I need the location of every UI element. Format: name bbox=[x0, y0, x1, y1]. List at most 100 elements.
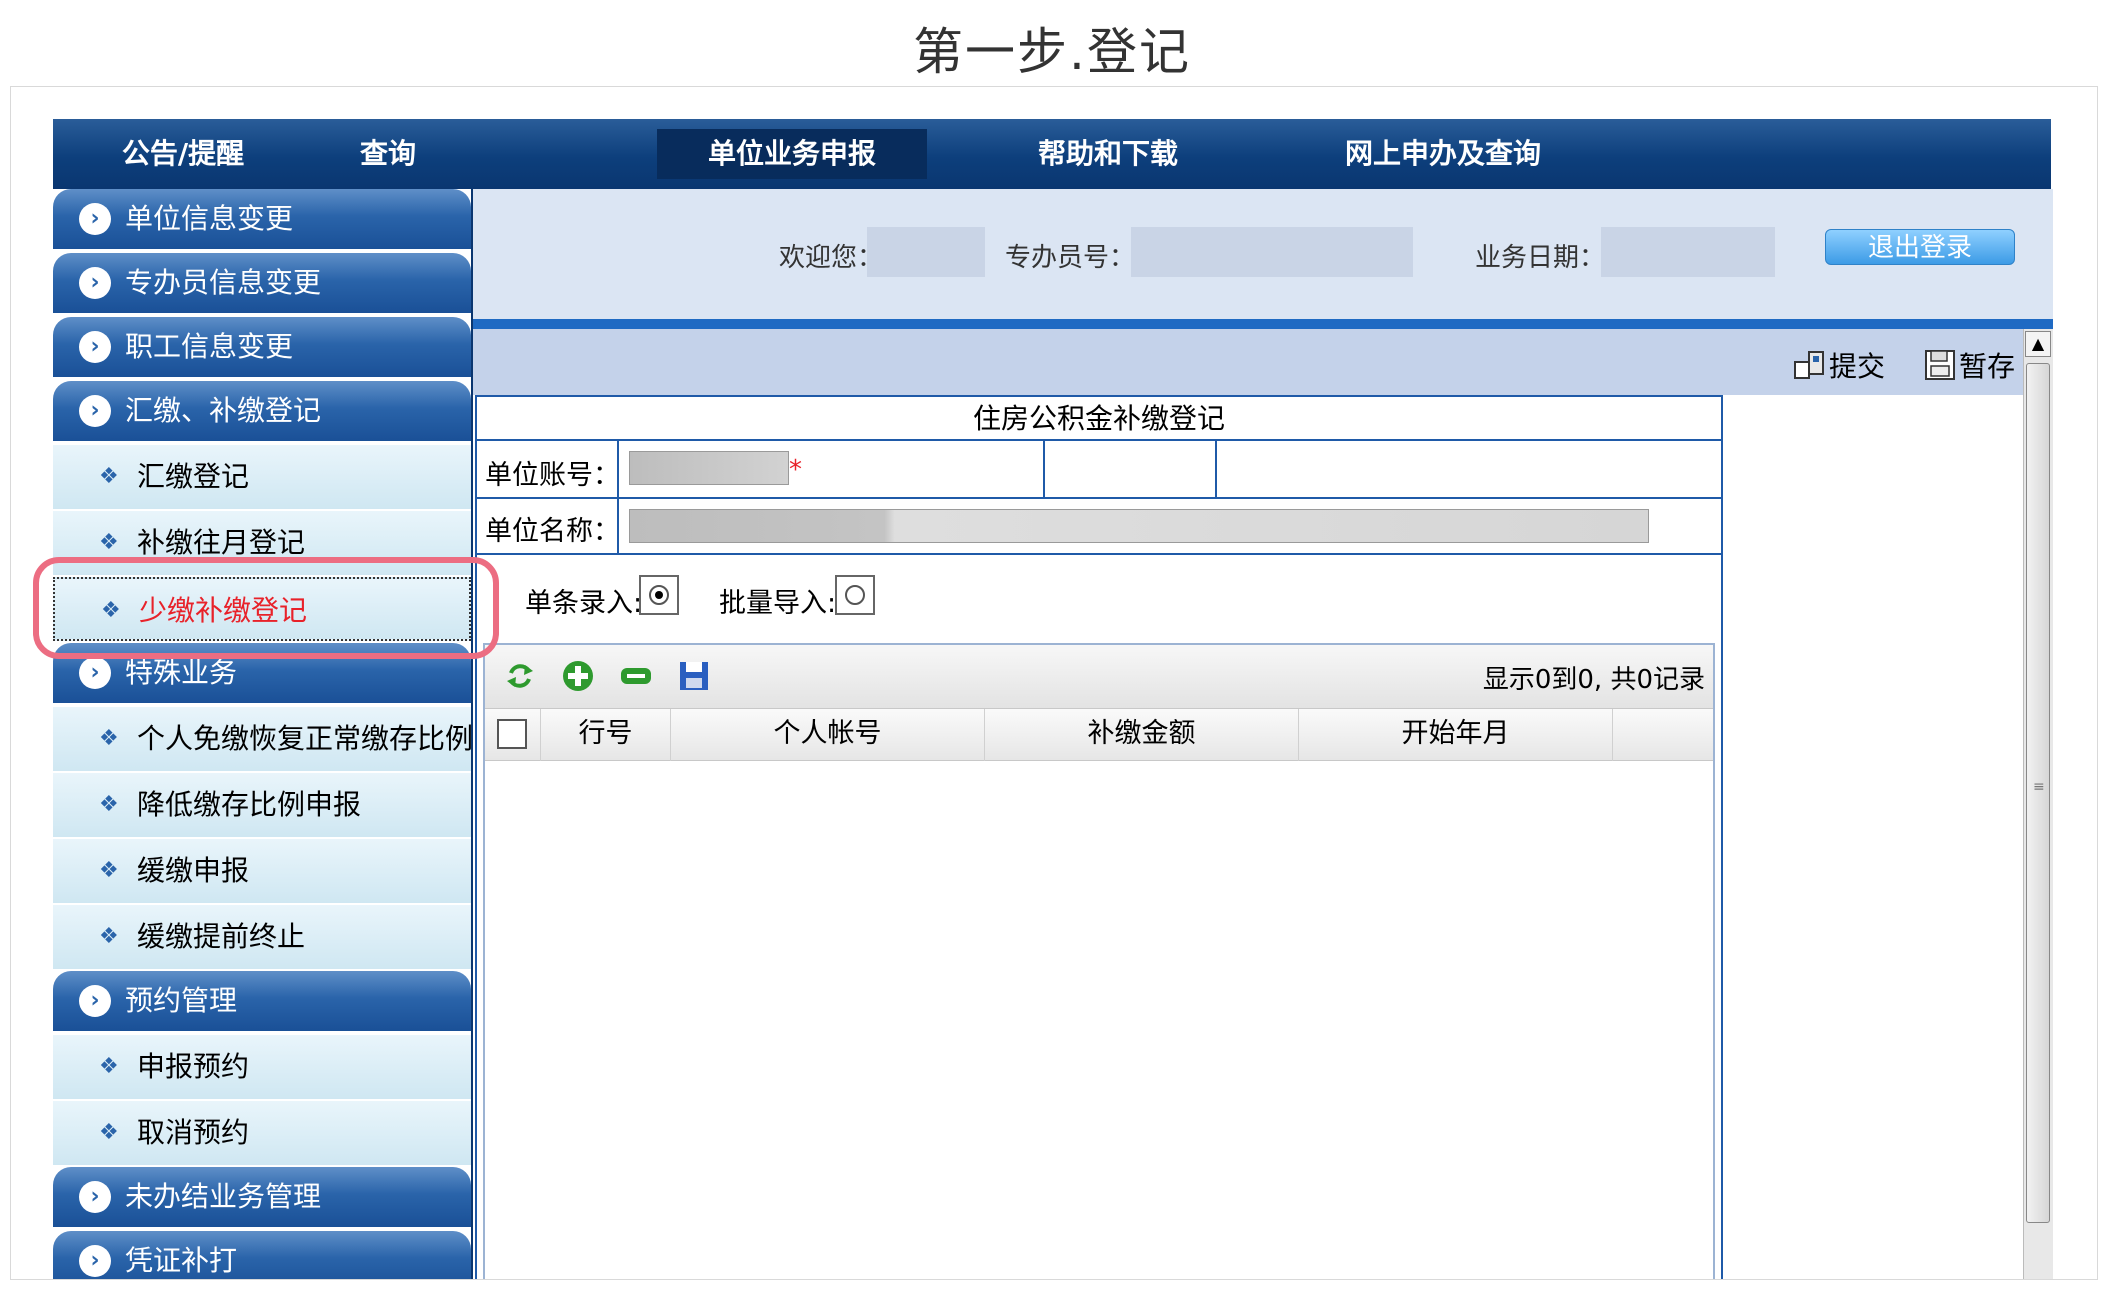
entry-mode-options: 单条录入: 批量导入: bbox=[477, 553, 1721, 643]
main-content: 欢迎您： 专办员号： 业务日期： 退出登录 提交 暂存 ▲ ≡ 住房公积金补缴登… bbox=[471, 189, 2053, 1279]
sidebar-item-reprint-voucher[interactable]: › 凭证补打 bbox=[53, 1231, 471, 1279]
single-entry-label: 单条录入: bbox=[525, 588, 643, 619]
save-draft-button[interactable]: 暂存 bbox=[1923, 345, 2015, 385]
sidebar-item-deferral[interactable]: ❖ 缓缴申报 bbox=[53, 839, 471, 903]
chevron-right-icon: › bbox=[79, 1181, 111, 1213]
single-entry-radio[interactable] bbox=[639, 575, 679, 615]
chevron-right-icon: › bbox=[79, 1245, 111, 1277]
grid-toolbar: 显示0到0, 共0记录 bbox=[485, 645, 1713, 709]
unit-name-input[interactable] bbox=[629, 509, 1649, 543]
sidebar-item-label: 缓缴申报 bbox=[137, 854, 250, 887]
sidebar-item-cancel-appointment[interactable]: ❖ 取消预约 bbox=[53, 1101, 471, 1165]
sidebar-item-special-business[interactable]: › 特殊业务 bbox=[53, 643, 471, 703]
batch-import-radio[interactable] bbox=[835, 575, 875, 615]
page-title: 第一步.登记 bbox=[913, 23, 1191, 81]
cell-divider bbox=[617, 441, 619, 497]
select-all-checkbox[interactable] bbox=[497, 719, 527, 749]
sidebar-item-end-deferral[interactable]: ❖ 缓缴提前终止 bbox=[53, 905, 471, 969]
sidebar: › 单位信息变更 › 专办员信息变更 › 职工信息变更 › 汇缴、补缴登记 ❖ 汇缴登记 … bbox=[53, 189, 471, 1279]
business-date-value bbox=[1601, 227, 1775, 277]
column-start-month[interactable]: 开始年月 bbox=[1299, 709, 1613, 761]
save-draft-label: 暂存 bbox=[1959, 350, 2016, 383]
user-info-bar: 欢迎您： 专办员号： 业务日期： 退出登录 bbox=[473, 189, 2053, 319]
sidebar-item-book-appointment[interactable]: ❖ 申报预约 bbox=[53, 1035, 471, 1099]
sidebar-item-employee-info[interactable]: › 职工信息变更 bbox=[53, 317, 471, 377]
tab-announcements[interactable]: 公告/提醒 bbox=[53, 129, 313, 179]
scrollbar-thumb[interactable]: ≡ bbox=[2026, 363, 2050, 1223]
sidebar-item-collective-payment[interactable]: ❖ 汇缴登记 bbox=[53, 445, 471, 509]
cell-divider bbox=[1043, 441, 1045, 497]
cell-divider bbox=[617, 499, 619, 553]
sidebar-item-underpayment[interactable]: ❖ 少缴补缴登记 bbox=[53, 577, 471, 641]
action-toolbar: 提交 暂存 bbox=[473, 329, 2023, 395]
chevron-right-icon: › bbox=[79, 985, 111, 1017]
floppy-disk-icon bbox=[1925, 350, 1955, 380]
column-row-number[interactable]: 行号 bbox=[541, 709, 671, 761]
sidebar-item-label: 申报预约 bbox=[137, 1050, 250, 1083]
grid-header: 行号 个人帐号 补缴金额 开始年月 截止 bbox=[485, 709, 1713, 761]
sidebar-item-agent-info[interactable]: › 专办员信息变更 bbox=[53, 253, 471, 313]
sidebar-item-label: 降低缴存比例申报 bbox=[137, 788, 362, 821]
select-all-cell bbox=[485, 709, 541, 761]
chevron-right-icon: › bbox=[79, 203, 111, 235]
column-personal-account[interactable]: 个人帐号 bbox=[671, 709, 985, 761]
top-navigation: 公告/提醒 查询 单位业务申报 帮助和下载 网上申办及查询 bbox=[53, 119, 2051, 189]
diamond-bullet-icon: ❖ bbox=[99, 792, 119, 817]
diamond-bullet-icon: ❖ bbox=[99, 924, 119, 949]
unit-account-input[interactable] bbox=[629, 451, 789, 485]
remove-row-icon[interactable] bbox=[619, 659, 653, 693]
sidebar-item-label: 汇缴、补缴登记 bbox=[125, 394, 322, 427]
supplementary-payment-form: 住房公积金补缴登记 单位账号： * 单位名称： 单条录入: 批量导入: 显示0到… bbox=[475, 395, 1723, 1279]
sidebar-item-restore-ratio[interactable]: ❖ 个人免缴恢复正常缴存比例 bbox=[53, 707, 471, 771]
column-end-month[interactable]: 截止 bbox=[1613, 709, 1713, 761]
sidebar-item-label: 汇缴登记 bbox=[137, 460, 250, 493]
submit-label: 提交 bbox=[1829, 350, 1886, 383]
form-title: 住房公积金补缴登记 bbox=[477, 397, 1721, 441]
diamond-bullet-icon: ❖ bbox=[99, 530, 119, 555]
sidebar-item-past-month-payment[interactable]: ❖ 补缴往月登记 bbox=[53, 511, 471, 575]
sidebar-item-label: 凭证补打 bbox=[125, 1244, 238, 1277]
sidebar-item-label: 特殊业务 bbox=[125, 656, 238, 689]
agent-number-value bbox=[1131, 227, 1413, 277]
sidebar-item-payment-registration[interactable]: › 汇缴、补缴登记 bbox=[53, 381, 471, 441]
submit-button[interactable]: 提交 bbox=[1793, 345, 1885, 385]
diamond-bullet-icon: ❖ bbox=[99, 858, 119, 883]
app-window: 公告/提醒 查询 单位业务申报 帮助和下载 网上申办及查询 › 单位信息变更 › 专… bbox=[10, 86, 2098, 1280]
scroll-up-button[interactable]: ▲ bbox=[2025, 331, 2051, 357]
vertical-scrollbar[interactable]: ▲ ≡ bbox=[2023, 329, 2053, 1279]
sidebar-item-label: 个人免缴恢复正常缴存比例 bbox=[137, 722, 471, 755]
column-payment-amount[interactable]: 补缴金额 bbox=[985, 709, 1299, 761]
cell-divider bbox=[1215, 441, 1217, 497]
grip-icon: ≡ bbox=[2033, 779, 2045, 795]
add-row-icon[interactable] bbox=[561, 659, 595, 693]
sidebar-item-label: 未办结业务管理 bbox=[125, 1180, 322, 1213]
diamond-bullet-icon: ❖ bbox=[99, 1054, 119, 1079]
sidebar-item-unit-info[interactable]: › 单位信息变更 bbox=[53, 189, 471, 249]
sidebar-item-label: 取消预约 bbox=[137, 1116, 250, 1149]
tab-unit-business[interactable]: 单位业务申报 bbox=[657, 129, 927, 179]
paging-info: 显示0到0, 共0记录 bbox=[1482, 665, 1705, 695]
unit-name-label: 单位名称： bbox=[485, 516, 620, 547]
logout-button[interactable]: 退出登录 bbox=[1825, 229, 2015, 265]
batch-import-label: 批量导入: bbox=[719, 588, 837, 619]
records-grid: 显示0到0, 共0记录 行号 个人帐号 补缴金额 开始年月 截止 bbox=[483, 643, 1715, 1279]
unit-account-label: 单位账号： bbox=[485, 460, 620, 491]
tab-query[interactable]: 查询 bbox=[313, 129, 463, 179]
welcome-value bbox=[867, 227, 985, 277]
sidebar-item-lower-ratio[interactable]: ❖ 降低缴存比例申报 bbox=[53, 773, 471, 837]
agent-number-label: 专办员号： bbox=[1005, 243, 1136, 273]
save-icon[interactable] bbox=[677, 659, 711, 693]
submit-icon bbox=[1794, 351, 1824, 379]
business-date-label: 业务日期： bbox=[1475, 243, 1606, 273]
chevron-right-icon: › bbox=[79, 267, 111, 299]
refresh-icon[interactable] bbox=[503, 659, 537, 693]
tab-online-service[interactable]: 网上申办及查询 bbox=[1293, 129, 1593, 179]
header-divider bbox=[473, 319, 2053, 329]
sidebar-item-appointments[interactable]: › 预约管理 bbox=[53, 971, 471, 1031]
tab-help-download[interactable]: 帮助和下载 bbox=[983, 129, 1233, 179]
sidebar-item-pending-business[interactable]: › 未办结业务管理 bbox=[53, 1167, 471, 1227]
sidebar-item-label: 单位信息变更 bbox=[125, 202, 294, 235]
sidebar-item-label: 补缴往月登记 bbox=[137, 526, 306, 559]
chevron-right-icon: › bbox=[79, 395, 111, 427]
sidebar-item-label: 专办员信息变更 bbox=[125, 266, 322, 299]
